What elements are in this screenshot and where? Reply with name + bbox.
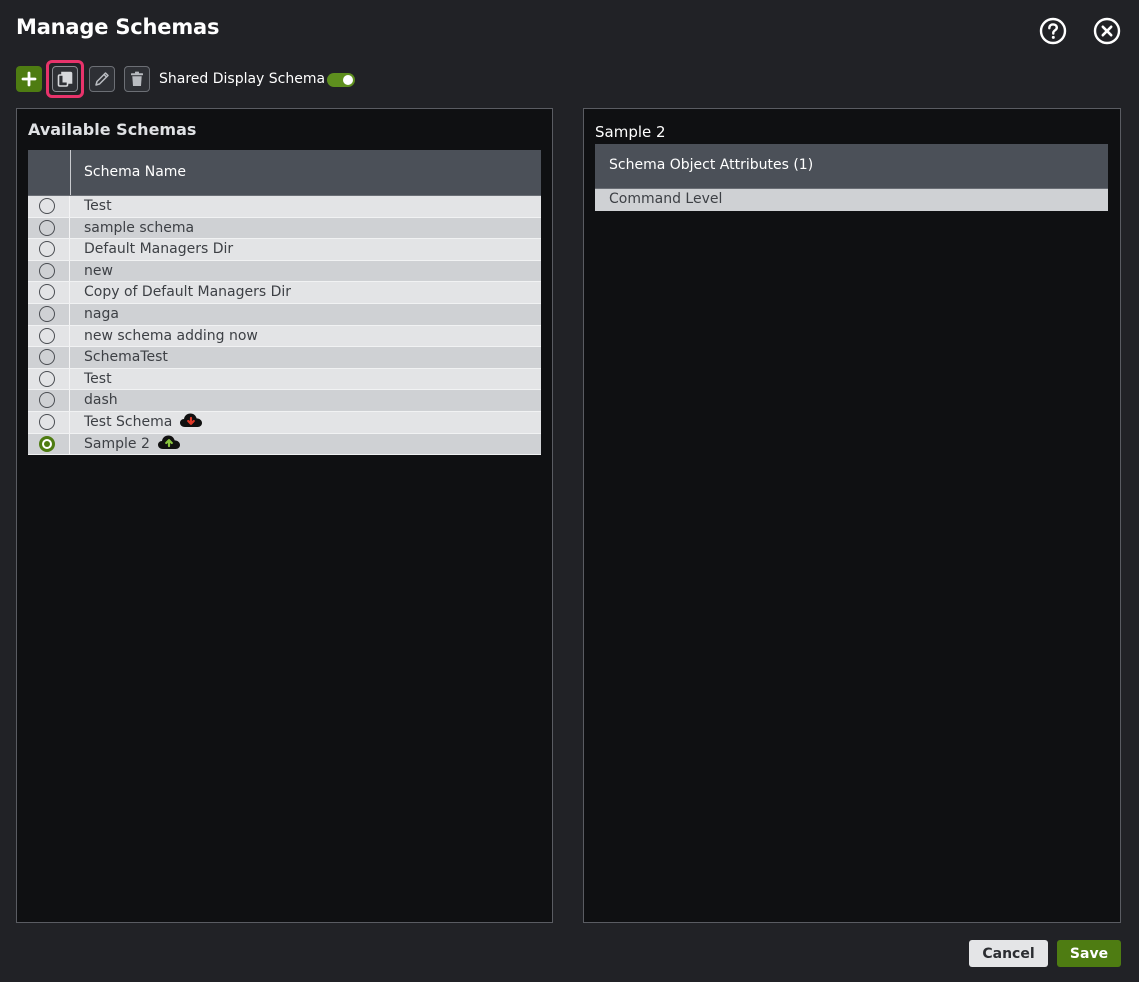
schema-name: new xyxy=(84,263,113,279)
schema-name: Sample 2 xyxy=(84,434,181,452)
schema-radio[interactable] xyxy=(39,435,55,452)
schema-name: sample schema xyxy=(84,220,194,236)
schema-radio[interactable] xyxy=(39,413,55,430)
schema-radio[interactable] xyxy=(39,370,55,387)
add-icon xyxy=(21,71,37,87)
table-row[interactable]: Test xyxy=(28,196,541,218)
schema-name: Default Managers Dir xyxy=(84,241,233,257)
schema-name-text: Copy of Default Managers Dir xyxy=(84,284,292,301)
schema-radio[interactable] xyxy=(39,241,55,258)
table-row[interactable]: new xyxy=(28,260,541,283)
shared-display-schema-label: Shared Display Schema xyxy=(159,71,326,87)
select-cell xyxy=(28,433,70,455)
close-icon[interactable] xyxy=(1093,17,1121,45)
select-column-header xyxy=(28,150,71,195)
schema-name: Copy of Default Managers Dir xyxy=(84,284,291,300)
save-button[interactable]: Save xyxy=(1057,940,1121,967)
schema-name-text: Test Schema xyxy=(84,413,173,430)
schema-name-text: new xyxy=(84,262,113,279)
cancel-button[interactable]: Cancel xyxy=(969,940,1048,967)
table-row[interactable]: SchemaTest xyxy=(28,347,541,369)
cloud-upload-icon xyxy=(157,434,181,450)
schema-name-text: dash xyxy=(84,392,118,409)
table-row[interactable]: Default Managers Dir xyxy=(28,239,541,261)
schema-name-text: Test xyxy=(84,370,112,387)
schema-radio[interactable] xyxy=(39,349,55,366)
schema-rows: Test sample schema Default Managers Dir new… xyxy=(28,196,541,456)
selected-schema-title: Sample 2 xyxy=(595,123,666,141)
table-row[interactable]: dash xyxy=(28,390,541,412)
schema-name: Test Schema xyxy=(84,412,203,430)
available-schemas-panel: Available Schemas Schema Name Test sample… xyxy=(16,108,553,923)
select-cell xyxy=(28,411,70,433)
schema-name: naga xyxy=(84,306,119,322)
select-cell xyxy=(28,282,70,303)
select-cell xyxy=(28,239,70,260)
schema-radio[interactable] xyxy=(39,219,55,236)
select-cell xyxy=(28,260,70,282)
help-icon[interactable] xyxy=(1039,17,1067,45)
schema-radio[interactable] xyxy=(39,392,55,409)
dialog-title: Manage Schemas xyxy=(16,15,220,39)
select-cell xyxy=(28,303,70,325)
schema-name-text: Sample 2 xyxy=(84,435,150,452)
select-cell xyxy=(28,325,70,347)
schema-name: SchemaTest xyxy=(84,349,168,365)
schemas-table: Schema Name Test sample schema Default Man… xyxy=(28,150,541,456)
schema-name-text: sample schema xyxy=(84,219,195,236)
shared-display-schema-toggle[interactable] xyxy=(327,73,355,87)
schema-radio[interactable] xyxy=(39,198,55,214)
schema-name-text: naga xyxy=(84,305,119,322)
schema-name-text: new schema adding now xyxy=(84,327,258,344)
attribute-rows: Command Level xyxy=(595,189,1108,211)
table-row[interactable]: sample schema xyxy=(28,217,541,240)
copy-schema-button[interactable] xyxy=(52,66,78,92)
schema-name-column-header[interactable]: Schema Name xyxy=(84,164,186,180)
table-header: Schema Name xyxy=(28,150,541,196)
attributes-header: Schema Object Attributes (1) xyxy=(595,144,1108,189)
table-row[interactable]: Copy of Default Managers Dir xyxy=(28,282,541,304)
available-schemas-title: Available Schemas xyxy=(28,120,197,139)
select-cell xyxy=(28,368,70,390)
schema-name: Test xyxy=(84,371,112,387)
attribute-name: Command Level xyxy=(609,191,723,207)
add-schema-button[interactable] xyxy=(16,66,42,92)
select-cell xyxy=(28,347,70,368)
schema-name-text: Test xyxy=(84,198,112,214)
table-row[interactable]: Test xyxy=(28,368,541,391)
schema-radio[interactable] xyxy=(39,327,55,344)
attributes-table: Schema Object Attributes (1) Command Lev… xyxy=(595,144,1108,211)
delete-schema-button[interactable] xyxy=(124,66,150,92)
toggle-knob xyxy=(343,75,353,85)
schema-radio[interactable] xyxy=(39,284,55,301)
schema-name: new schema adding now xyxy=(84,328,258,344)
table-row[interactable]: Sample 2 xyxy=(28,433,541,456)
table-row[interactable]: naga xyxy=(28,303,541,326)
schema-radio[interactable] xyxy=(39,262,55,279)
trash-icon xyxy=(131,71,143,86)
table-row[interactable]: new schema adding now xyxy=(28,325,541,348)
schema-name-text: Default Managers Dir xyxy=(84,241,234,258)
attributes-header-label: Schema Object Attributes (1) xyxy=(609,157,814,173)
table-row[interactable]: Test Schema xyxy=(28,411,541,434)
select-cell xyxy=(28,390,70,411)
schema-name-text: SchemaTest xyxy=(84,349,168,366)
select-cell xyxy=(28,217,70,239)
schema-name: dash xyxy=(84,392,118,408)
schema-detail-panel: Sample 2 Schema Object Attributes (1) Co… xyxy=(583,108,1121,923)
attribute-row[interactable]: Command Level xyxy=(595,189,1108,211)
schema-radio[interactable] xyxy=(39,305,55,322)
schema-name: Test xyxy=(84,198,112,214)
edit-schema-button[interactable] xyxy=(89,66,115,92)
select-cell xyxy=(28,196,70,217)
cloud-download-icon xyxy=(179,412,203,428)
edit-icon xyxy=(95,72,109,86)
copy-icon xyxy=(57,71,73,87)
